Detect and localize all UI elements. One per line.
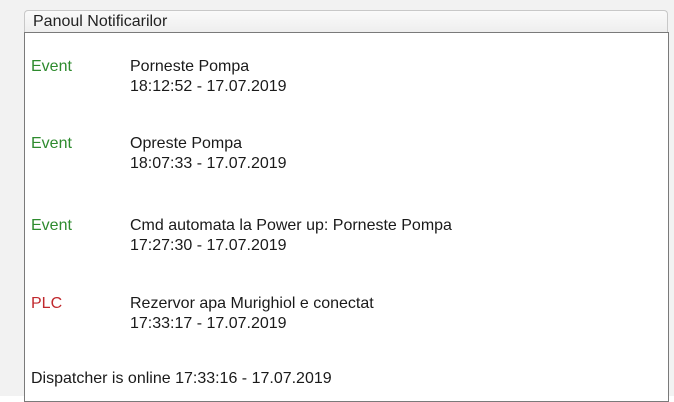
panel-title: Panoul Notificarilor — [33, 13, 168, 30]
entry-message: Cmd automata la Power up: Porneste Pompa — [130, 217, 452, 234]
entry-type-label: Event — [31, 58, 72, 75]
notifications-panel: Panoul Notificarilor Event Porneste Pomp… — [0, 0, 674, 402]
list-item[interactable]: Dispatcher is online 17:33:16 - 17.07.20… — [25, 369, 665, 393]
entry-message: Opreste Pompa — [130, 135, 243, 152]
entry-type-label: PLC — [31, 295, 63, 312]
entry-type-label: Event — [31, 217, 72, 234]
entry-timestamp: 17:33:17 - 17.07.2019 — [130, 315, 287, 332]
list-item[interactable]: Event Cmd automata la Power up: Porneste… — [25, 216, 665, 272]
list-item[interactable]: Event Opreste Pompa 18:07:33 - 17.07.201… — [25, 134, 665, 190]
entry-timestamp: 17:27:30 - 17.07.2019 — [130, 237, 287, 254]
entry-timestamp: 18:07:33 - 17.07.2019 — [130, 155, 287, 172]
panel-header: Panoul Notificarilor — [24, 10, 668, 32]
dispatcher-status-text: Dispatcher is online 17:33:16 - 17.07.20… — [31, 370, 332, 387]
list-item[interactable]: Event Porneste Pompa 18:12:52 - 17.07.20… — [25, 57, 665, 113]
entry-message: Porneste Pompa — [130, 58, 250, 75]
entry-message: Rezervor apa Murighiol e conectat — [130, 295, 374, 312]
entry-type-label: Event — [31, 135, 72, 152]
list-item[interactable]: PLC Rezervor apa Murighiol e conectat 17… — [25, 294, 665, 350]
entry-timestamp: 18:12:52 - 17.07.2019 — [130, 78, 287, 95]
notifications-list[interactable]: Event Porneste Pompa 18:12:52 - 17.07.20… — [24, 32, 669, 402]
